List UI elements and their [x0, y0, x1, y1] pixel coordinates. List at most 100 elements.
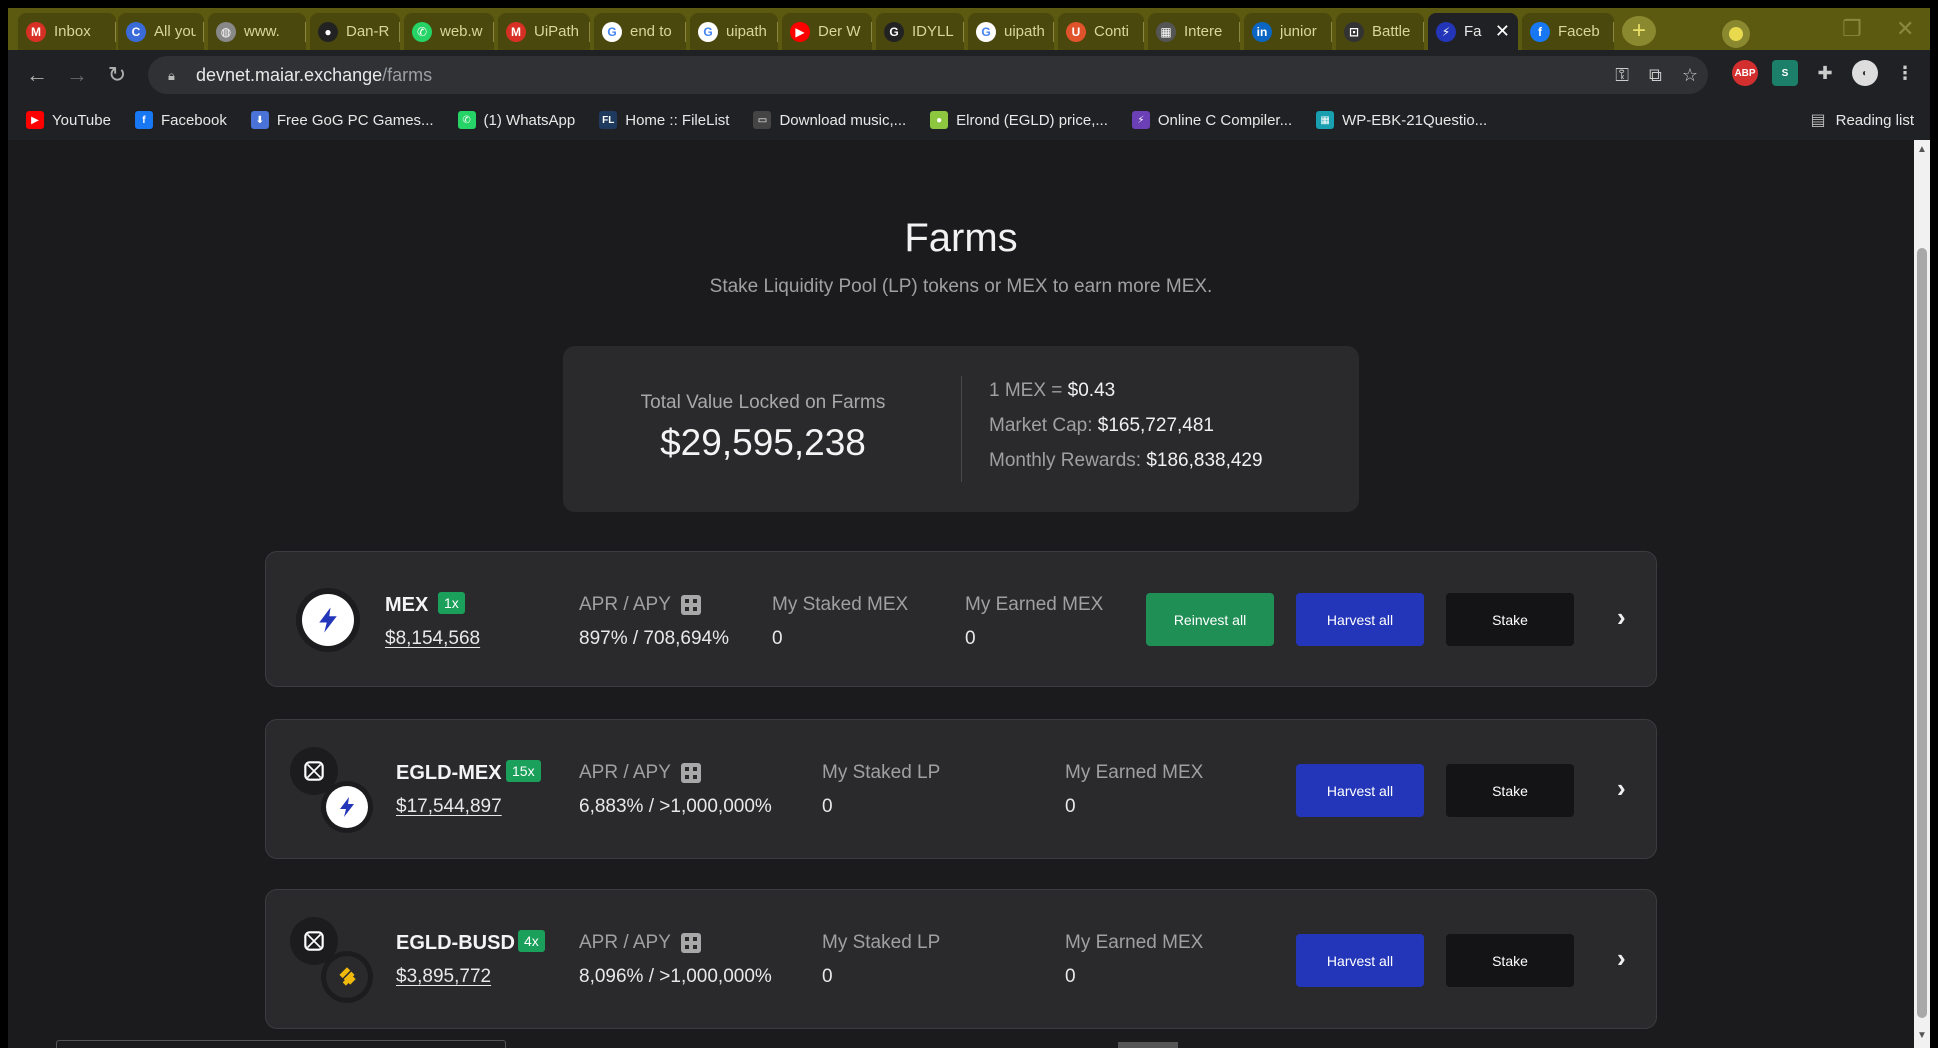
browser-tab[interactable]: M Inbox	[18, 13, 116, 50]
bookmark-item[interactable]: ✆ (1) WhatsApp	[457, 111, 575, 129]
apr-label: APR / APY	[579, 594, 701, 616]
browser-tab[interactable]: in junior	[1244, 13, 1332, 50]
browser-tab[interactable]: ▶ Der W	[782, 13, 872, 50]
browser-tab[interactable]: Guipath	[968, 13, 1054, 50]
browser-tab[interactable]: ⊡ Battle	[1336, 13, 1424, 50]
tab-separator	[399, 22, 400, 42]
bookmark-label: WP-EBK-21Questio...	[1342, 111, 1488, 129]
tab-separator	[1239, 22, 1240, 42]
tab-separator	[1331, 22, 1332, 42]
bookmark-item[interactable]: ⚡ Online C Compiler...	[1131, 111, 1292, 129]
browser-tab[interactable]: Guipath	[690, 13, 778, 50]
page-scrollbar[interactable]: ▲ ▼	[1914, 140, 1930, 1048]
restore-icon[interactable]: ❐	[1842, 16, 1862, 42]
staked-value: 0	[822, 966, 833, 987]
tab-label: Fa	[1464, 23, 1482, 40]
bookmark-item[interactable]: f Facebook	[134, 111, 227, 129]
new-tab-button[interactable]: +	[1622, 16, 1656, 46]
back-icon[interactable]: ←	[22, 60, 52, 90]
bookmark-item[interactable]: ⬇ Free GoG PC Games...	[250, 111, 434, 129]
calculator-icon[interactable]	[680, 595, 701, 615]
key-icon[interactable]: ⚿	[1615, 65, 1629, 86]
bookmark-item[interactable]: ● Elrond (EGLD) price,...	[930, 111, 1108, 129]
calculator-icon[interactable]	[680, 933, 701, 953]
apr-label-text: APR / APY	[579, 762, 671, 783]
browser-tab[interactable]: C All you	[118, 13, 204, 50]
app-icon: ⊡	[1344, 21, 1364, 42]
browser-tab[interactable]: ● Dan-R	[310, 13, 400, 50]
farm-value-link[interactable]: $8,154,568	[385, 628, 480, 650]
extensions-puzzle-icon[interactable]: ✚	[1812, 60, 1838, 86]
bookmark-item[interactable]: ▦ WP-EBK-21Questio...	[1316, 111, 1487, 129]
farms-page: Farms Stake Liquidity Pool (LP) tokens o…	[8, 140, 1914, 1048]
close-tab-icon[interactable]: ✕	[1495, 21, 1510, 42]
stake-button[interactable]: Stake	[1446, 764, 1574, 817]
translate-icon[interactable]: ⧉	[1649, 65, 1662, 86]
calculator-icon[interactable]	[680, 763, 701, 783]
profile-indicator-icon[interactable]	[1722, 20, 1750, 48]
stats-panel: Total Value Locked on Farms $29,595,238 …	[563, 346, 1359, 512]
browser-tab[interactable]: ▦ Intere	[1148, 13, 1240, 50]
earned-value: 0	[1065, 966, 1076, 987]
tab-label: Inbox	[54, 23, 91, 40]
scroll-down-icon[interactable]: ▼	[1917, 1030, 1927, 1041]
harvest-all-button[interactable]: Harvest all	[1296, 593, 1424, 646]
harvest-all-button[interactable]: Harvest all	[1296, 764, 1424, 817]
tab-label: Intere	[1184, 23, 1223, 40]
avatar[interactable]: ◐	[1852, 60, 1878, 86]
scroll-up-icon[interactable]: ▲	[1917, 144, 1927, 155]
tab-separator	[115, 22, 116, 42]
bookmark-item[interactable]: ▶ YouTube	[26, 111, 111, 129]
browser-tab[interactable]: ✆ web.w	[404, 13, 494, 50]
stake-button[interactable]: Stake	[1446, 593, 1574, 646]
monthly-rewards-value: $186,838,429	[1146, 450, 1263, 471]
tab-separator	[685, 22, 686, 42]
reading-list-button[interactable]: ▤ Reading list	[1810, 100, 1914, 140]
farm-value-link[interactable]: $3,895,772	[396, 966, 491, 988]
scrollbar-thumb[interactable]	[1917, 248, 1927, 1018]
mex-price-label: 1 MEX =	[989, 380, 1068, 401]
bookmarks-bar: ▶ YouTube f Facebook ⬇ Free GoG PC Games... ✆ (…	[8, 100, 1930, 140]
bookmark-item[interactable]: FL Home :: FileList	[599, 111, 729, 129]
adblock-plus-icon[interactable]: ABP	[1732, 60, 1758, 86]
browser-tab[interactable]: Gend to	[594, 13, 686, 50]
forward-icon[interactable]: →	[62, 60, 92, 90]
harvest-all-button[interactable]: Harvest all	[1296, 934, 1424, 987]
browser-tab[interactable]: U Conti	[1058, 13, 1144, 50]
s-extension-icon[interactable]: S	[1772, 60, 1798, 86]
chevron-right-icon[interactable]: ›	[1617, 602, 1626, 633]
farm-card-egld-mex: EGLD-MEX 15x $17,544,897 APR / APY 6,883…	[265, 719, 1657, 859]
farm-name: MEX	[385, 594, 429, 616]
tvl-label: Total Value Locked on Farms	[640, 392, 886, 413]
lock-icon[interactable]: 🔒︎	[168, 68, 182, 83]
browser-tab[interactable]: G IDYLL	[876, 13, 964, 50]
bookmark-star-icon[interactable]: ☆	[1682, 65, 1698, 86]
menu-kebab-icon[interactable]: ⋮	[1892, 60, 1918, 86]
market-cap-value: $165,727,481	[1097, 415, 1214, 436]
tab-label: Der W	[818, 23, 861, 40]
chevron-right-icon[interactable]: ›	[1617, 943, 1626, 974]
bookmark-label: YouTube	[52, 111, 111, 129]
page-title: Farms	[904, 216, 1018, 260]
farm-value-link[interactable]: $17,544,897	[396, 796, 502, 818]
browser-tab[interactable]: ◍ www.	[208, 13, 306, 50]
stake-button[interactable]: Stake	[1446, 934, 1574, 987]
tab-label: uipath	[726, 23, 767, 40]
bookmark-label: Home :: FileList	[625, 111, 730, 129]
apr-value: 6,883% / >1,000,000%	[579, 796, 772, 817]
earned-value: 0	[1065, 796, 1076, 817]
browser-tab[interactable]: M UiPath	[498, 13, 590, 50]
horizontal-scroll-thumb[interactable]	[1118, 1042, 1178, 1048]
address-bar[interactable]: 🔒︎ devnet.maiar.exchange/farms ⚿ ⧉ ☆	[148, 56, 1708, 94]
browser-tab[interactable]: f Faceb	[1522, 13, 1614, 50]
chevron-right-icon[interactable]: ›	[1617, 773, 1626, 804]
browser-tab[interactable]: ⚡ Fa ✕	[1428, 13, 1518, 50]
bookmark-item[interactable]: ▭ Download music,...	[753, 111, 906, 129]
staked-label: My Staked LP	[822, 762, 941, 783]
close-window-icon[interactable]: ✕	[1896, 16, 1914, 42]
reinvest-all-button[interactable]: Reinvest all	[1146, 593, 1274, 646]
udemy-icon: U	[1066, 21, 1086, 42]
reload-icon[interactable]: ↻	[102, 60, 132, 90]
tab-separator	[963, 22, 964, 42]
apr-label-text: APR / APY	[579, 932, 671, 953]
